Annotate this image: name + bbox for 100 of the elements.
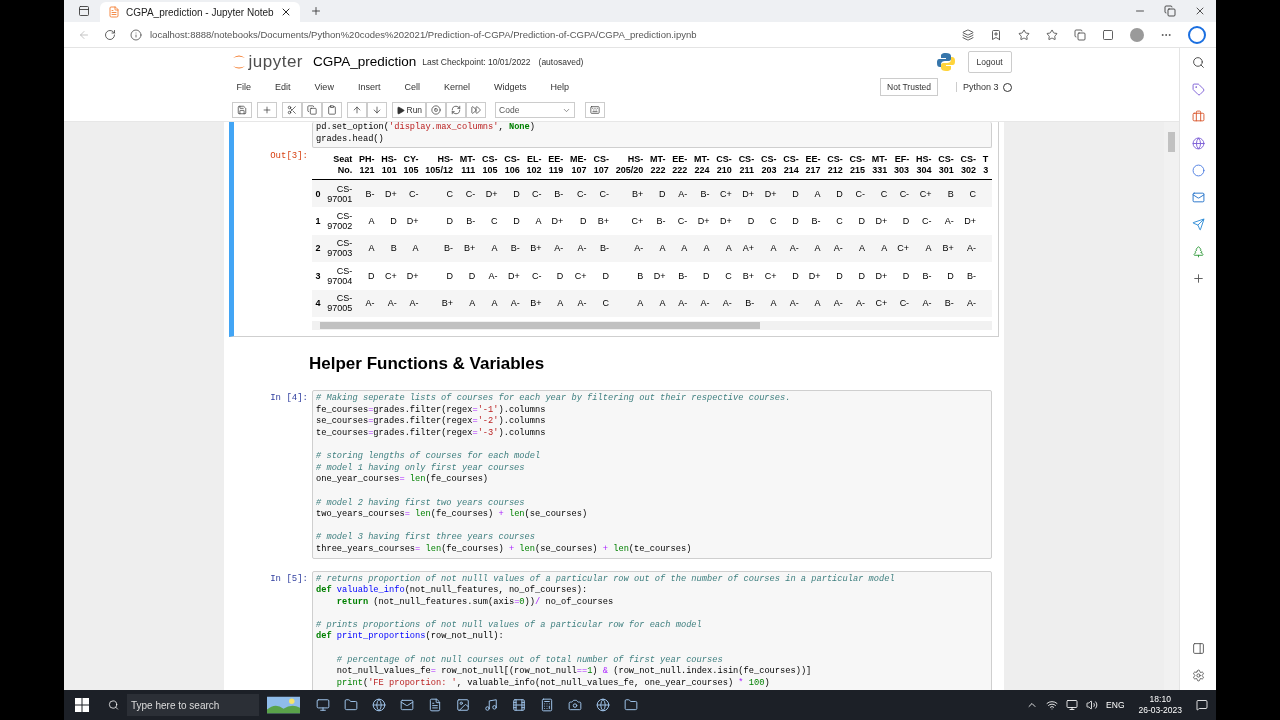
code-input[interactable] <box>312 570 992 690</box>
command-palette-button[interactable] <box>585 102 606 118</box>
tab-actions-icon[interactable] <box>78 5 90 17</box>
info-icon[interactable] <box>130 28 142 41</box>
table-cell: A <box>846 234 869 263</box>
collections-icon[interactable] <box>1074 28 1086 41</box>
menu-item[interactable]: Insert <box>352 82 386 92</box>
taskbar-app-icon[interactable] <box>624 698 638 712</box>
code-cell[interactable] <box>229 122 999 338</box>
bookmark-icon[interactable] <box>990 28 1002 41</box>
table-cell: C <box>868 179 891 208</box>
column-header: EF-303 <box>890 152 913 180</box>
table-cell: D <box>735 207 758 235</box>
table-cell: D+ <box>400 207 422 235</box>
taskbar-app-icon[interactable] <box>540 698 554 712</box>
briefcase-icon[interactable] <box>1191 110 1205 123</box>
taskbar-app-icon[interactable] <box>596 698 610 712</box>
arrow-up-icon <box>351 105 362 115</box>
table-cell: A <box>646 234 669 263</box>
settings-icon[interactable] <box>1191 669 1205 682</box>
table-cell: D <box>566 207 590 235</box>
code-input[interactable]: pd.set_option('display.max_columns', None) grades.head() <box>312 122 992 149</box>
mail-icon[interactable] <box>1191 191 1205 204</box>
jupyter-logo[interactable]: jupyter <box>248 51 304 72</box>
browser-tab[interactable]: CGPA_prediction - Jupyter Noteb <box>100 2 300 22</box>
code-line: # prints proportions of not null values of a particular row for each model <box>316 619 703 631</box>
menu-item[interactable]: File <box>231 82 256 92</box>
bing-icon[interactable] <box>1188 25 1206 44</box>
send-icon[interactable] <box>1191 218 1205 231</box>
new-tab-icon[interactable] <box>309 5 322 17</box>
restart-button[interactable] <box>446 102 467 118</box>
stop-button[interactable] <box>426 102 447 118</box>
column-header: HS-105/12 <box>421 152 457 180</box>
windows-icon[interactable] <box>75 698 89 712</box>
tag-icon[interactable] <box>1191 83 1205 96</box>
menu-item[interactable]: Edit <box>270 82 296 92</box>
taskbar-search-field[interactable]: Type here to search <box>127 694 259 716</box>
table-cell: CS-97003 <box>323 234 356 263</box>
insert-cell-button[interactable] <box>256 102 277 118</box>
table-cell: B <box>377 234 401 263</box>
horizontal-scrollbar[interactable] <box>312 321 992 331</box>
menu-item[interactable]: Cell <box>399 82 425 92</box>
profile-avatar[interactable] <box>1130 27 1144 42</box>
volume-icon[interactable] <box>1086 699 1099 711</box>
copy-button[interactable] <box>301 102 322 118</box>
column-header: MT-111 <box>456 152 479 180</box>
table-cell: A <box>355 234 378 263</box>
address-field[interactable]: localhost:8888/notebooks/Documents/Python%20codes%202021/Prediction-of-CGPA/Prediction-of-CGPA/CGPA_prediction.ipynb <box>130 28 948 41</box>
play-icon <box>395 105 405 115</box>
notification-icon[interactable] <box>1196 699 1208 711</box>
favorites-icon[interactable] <box>1046 28 1058 41</box>
taskbar-app-icon[interactable] <box>484 698 498 712</box>
code-input[interactable] <box>312 390 992 559</box>
restore-icon[interactable] <box>1164 5 1176 17</box>
column-header: HS-205/20 <box>612 152 647 180</box>
table-cell: D+ <box>478 179 501 208</box>
kernel-name: Python 3 <box>955 82 999 92</box>
clock-time[interactable]: 18:10 <box>1149 694 1171 705</box>
menu-item[interactable]: View <box>309 82 339 92</box>
favorite-icon[interactable] <box>1018 28 1030 41</box>
table-cell: A- <box>500 289 524 318</box>
code-line: def valuable_info(not_null_features, no_of_courses): <box>316 585 589 597</box>
table-cell: C- <box>890 179 913 208</box>
clock-date[interactable]: 26-03-2023 <box>1138 705 1182 716</box>
notebook-name[interactable]: CGPA_prediction <box>313 54 417 69</box>
plus-icon[interactable] <box>1191 272 1205 285</box>
taskbar-app-icon[interactable] <box>512 698 526 712</box>
trusted-indicator[interactable]: Not Trusted <box>880 78 938 96</box>
menu-item[interactable]: Kernel <box>438 82 475 92</box>
taskbar-app-icon[interactable] <box>344 698 358 712</box>
taskbar-app-icon[interactable] <box>400 698 414 712</box>
logout-button[interactable]: Logout <box>967 50 1012 73</box>
taskbar-app-icon[interactable] <box>316 698 330 712</box>
taskbar-app-icon[interactable] <box>428 698 442 712</box>
checkpoint-text: Last Checkpoint: 10/01/2022 <box>422 56 531 67</box>
taskbar-app-icon[interactable] <box>568 698 582 712</box>
tree-icon[interactable] <box>1191 245 1205 258</box>
paste-button[interactable] <box>321 102 342 118</box>
autosave-status: (autosaved) <box>538 56 584 67</box>
reader-icon[interactable] <box>962 28 974 41</box>
search-icon[interactable] <box>1191 56 1205 69</box>
display-icon[interactable] <box>1066 699 1079 711</box>
menu-item[interactable]: Help <box>545 82 574 92</box>
close-icon[interactable] <box>1194 5 1206 17</box>
network-icon[interactable] <box>1046 699 1059 711</box>
run-button[interactable]: Run <box>391 102 427 118</box>
globe-icon[interactable] <box>1191 137 1205 150</box>
circle-icon[interactable] <box>1191 164 1205 177</box>
sidebar-icon[interactable] <box>1191 642 1205 655</box>
menu-item[interactable]: Widgets <box>488 82 532 92</box>
refresh-icon[interactable] <box>104 28 116 41</box>
taskbar-app-icon[interactable] <box>456 698 470 712</box>
code-line: three_years_courses= len(fe_courses) + len(se_courses) + len(te_courses) <box>316 543 693 556</box>
table-cell: D <box>421 207 457 235</box>
cut-button[interactable] <box>281 102 302 118</box>
taskbar-app-icon[interactable] <box>372 698 386 712</box>
run-all-button[interactable] <box>466 102 487 118</box>
cell-type-select[interactable]: Code <box>495 102 576 118</box>
language-indicator[interactable]: ENG <box>1106 700 1125 710</box>
save-button[interactable] <box>231 102 252 118</box>
